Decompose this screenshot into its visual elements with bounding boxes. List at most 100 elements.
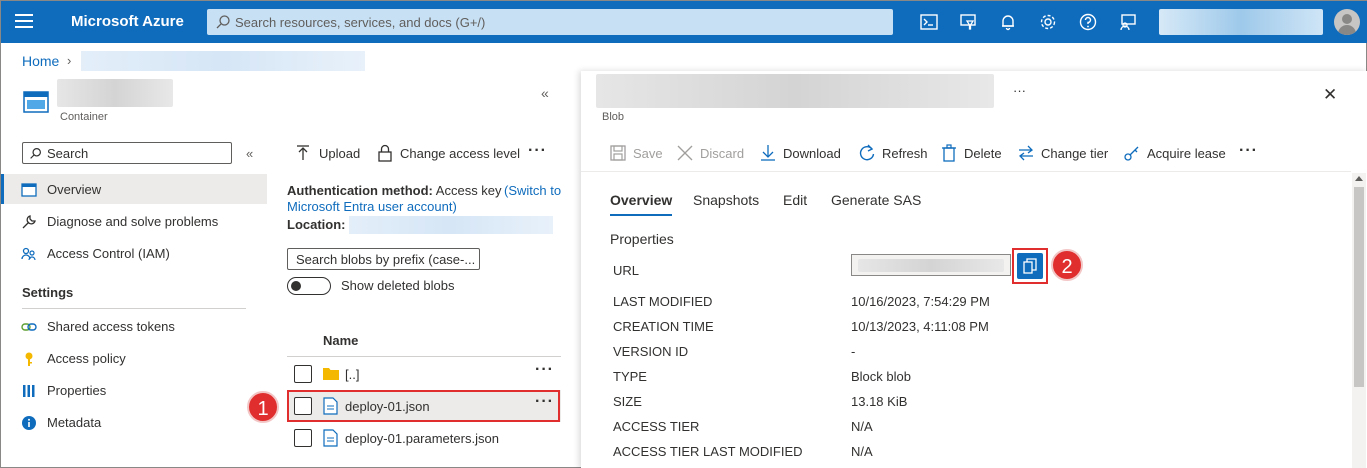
search-icon — [216, 15, 230, 29]
callout-highlight-1 — [287, 390, 560, 422]
refresh-icon — [859, 144, 875, 161]
sidebar-divider — [22, 308, 246, 309]
tab-snapshots[interactable]: Snapshots — [693, 192, 759, 208]
settings-gear-icon[interactable] — [1038, 12, 1058, 32]
callout-highlight-2 — [1012, 248, 1048, 284]
sidebar-item-label: Properties — [47, 383, 107, 398]
row-checkbox[interactable] — [294, 365, 312, 383]
sidebar-item-label: Access Control (IAM) — [47, 246, 170, 261]
blob-name-redacted — [596, 74, 994, 108]
callout-badge-1: 1 — [247, 391, 279, 423]
sidebar-item-metadata[interactable]: Metadata — [1, 407, 267, 437]
scrollbar-thumb[interactable] — [1354, 187, 1364, 387]
download-icon — [761, 145, 775, 161]
blob-search-placeholder: Search blobs by prefix (case-... — [296, 252, 476, 267]
container-name-redacted — [57, 79, 173, 107]
column-header-name[interactable]: Name — [323, 333, 358, 348]
sidebar-item-label: Shared access tokens — [47, 319, 175, 334]
property-label: ACCESS TIER — [613, 419, 700, 434]
property-value: N/A — [851, 444, 873, 459]
trash-icon — [942, 144, 956, 162]
hamburger-menu-icon[interactable] — [15, 14, 33, 28]
blob-subtitle: Blob — [602, 111, 625, 123]
show-deleted-toggle[interactable] — [287, 277, 331, 295]
sidebar-item-properties[interactable]: Properties — [1, 375, 267, 405]
breadcrumb-item-redacted[interactable] — [81, 51, 365, 71]
row-name[interactable]: [..] — [345, 367, 359, 382]
container-toolbar-more-button[interactable]: ··· — [528, 142, 547, 160]
table-header-divider — [287, 356, 561, 357]
property-value: 10/13/2023, 4:11:08 PM — [851, 319, 989, 334]
property-value: 10/16/2023, 7:54:29 PM — [851, 294, 990, 309]
cloud-shell-icon[interactable] — [919, 12, 939, 32]
property-label: CREATION TIME — [613, 319, 714, 334]
table-row[interactable]: deploy-01.parameters.json — [287, 422, 561, 454]
global-search-input[interactable]: Search resources, services, and docs (G+… — [207, 9, 893, 35]
properties-header: Properties — [610, 231, 674, 247]
property-label: VERSION ID — [613, 344, 689, 359]
settings-section-header: Settings — [22, 285, 74, 300]
scroll-up-arrow-icon[interactable] — [1355, 176, 1363, 181]
sidebar-search-placeholder: Search — [47, 146, 89, 161]
blob-toolbar-more-button[interactable]: ··· — [1239, 142, 1258, 160]
upload-icon — [297, 145, 309, 160]
property-value: - — [851, 344, 856, 359]
sidebar-collapse-icon[interactable]: « — [246, 146, 253, 161]
link-icon — [21, 323, 37, 331]
collapse-pane-icon[interactable]: « — [541, 85, 549, 101]
sidebar-item-shared-access-tokens[interactable]: Shared access tokens — [1, 311, 267, 341]
url-label: URL — [613, 263, 640, 278]
save-icon — [610, 145, 626, 161]
show-deleted-label: Show deleted blobs — [341, 278, 455, 293]
help-question-icon[interactable] — [1078, 12, 1098, 32]
url-field[interactable] — [851, 254, 1011, 276]
sidebar-item-diagnose[interactable]: Diagnose and solve problems — [1, 206, 267, 236]
discard-x-icon — [677, 145, 693, 161]
property-label: TYPE — [613, 369, 647, 384]
tab-overview[interactable]: Overview — [610, 192, 673, 216]
brand-title[interactable]: Microsoft Azure — [71, 13, 184, 30]
scrollbar-track[interactable] — [1352, 173, 1366, 468]
notifications-bell-icon[interactable] — [998, 12, 1018, 32]
location-label: Location: — [287, 217, 346, 232]
wrench-icon — [22, 215, 36, 229]
table-row[interactable]: [..] ··· — [287, 358, 561, 390]
file-icon — [323, 429, 338, 447]
property-value: N/A — [851, 419, 873, 434]
row-more-button[interactable]: ··· — [535, 361, 554, 379]
row-checkbox[interactable] — [294, 429, 312, 447]
properties-icon — [23, 385, 35, 397]
row-name[interactable]: deploy-01.parameters.json — [345, 431, 499, 446]
sidebar-search-input[interactable]: Search — [22, 142, 232, 164]
feedback-icon[interactable] — [1118, 12, 1138, 32]
switch-auth-link[interactable]: (Switch to Microsoft Entra user account) — [287, 183, 563, 215]
property-label: LAST MODIFIED — [613, 294, 713, 309]
account-name-redacted[interactable] — [1159, 9, 1323, 35]
sidebar-item-access-control[interactable]: Access Control (IAM) — [1, 238, 267, 268]
property-value: 13.18 KiB — [851, 394, 908, 409]
top-bar: Microsoft Azure Search resources, servic… — [1, 1, 1367, 43]
breadcrumb-chevron-icon: › — [67, 53, 72, 68]
avatar[interactable] — [1334, 9, 1360, 35]
toolbar-divider — [581, 171, 1351, 172]
tab-edit[interactable]: Edit — [783, 192, 807, 208]
search-placeholder: Search resources, services, and docs (G+… — [235, 15, 486, 30]
swap-arrows-icon — [1019, 145, 1033, 161]
people-icon — [21, 247, 36, 261]
blob-prefix-search-input[interactable]: Search blobs by prefix (case-... — [287, 248, 480, 270]
property-value: Block blob — [851, 369, 911, 384]
sidebar-item-overview[interactable]: Overview — [1, 174, 267, 204]
sidebar-item-access-policy[interactable]: Access policy — [1, 343, 267, 373]
info-icon — [22, 416, 36, 430]
property-label: ACCESS TIER LAST MODIFIED — [613, 444, 803, 459]
sidebar-item-label: Access policy — [47, 351, 126, 366]
sidebar-item-label: Metadata — [47, 415, 102, 430]
property-label: SIZE — [613, 394, 642, 409]
close-icon[interactable]: ✕ — [1323, 85, 1337, 105]
breadcrumb-home[interactable]: Home — [22, 53, 59, 69]
blob-header-more-button[interactable]: ··· — [1013, 83, 1026, 98]
container-icon — [23, 91, 49, 113]
tab-generate-sas[interactable]: Generate SAS — [831, 192, 921, 208]
directory-filter-icon[interactable] — [958, 12, 978, 32]
search-icon — [30, 148, 41, 159]
